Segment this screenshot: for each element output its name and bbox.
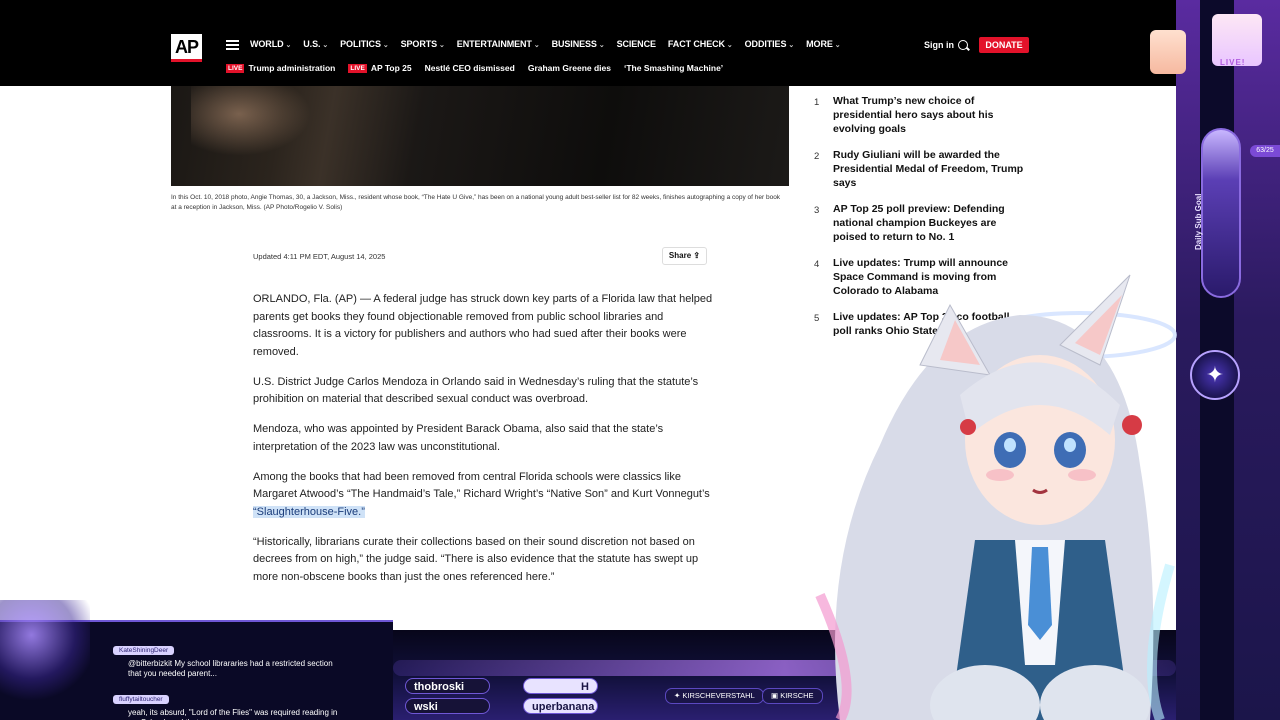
- paragraph: U.S. District Judge Carlos Mendoza in Or…: [253, 375, 699, 406]
- chevron-down-icon: ⌄: [726, 42, 733, 49]
- menu-icon[interactable]: [226, 40, 239, 50]
- nav-sports[interactable]: SPORTS ⌄: [401, 39, 445, 49]
- star-icon: ✦: [1190, 350, 1240, 400]
- topic-trump-administration[interactable]: LIVE Trump administration: [226, 63, 335, 73]
- twitter-icon: ✦: [674, 691, 681, 700]
- recent-cheer: wski: [405, 698, 490, 714]
- chevron-down-icon: ⌄: [322, 42, 329, 49]
- paragraph: Among the books that had been removed fr…: [253, 470, 710, 518]
- nav-oddities[interactable]: ODDITIES ⌄: [745, 39, 795, 49]
- social-handle: ✦ KIRSCHEVERSTAHL: [665, 688, 764, 704]
- nav-science[interactable]: SCIENCE: [617, 39, 656, 49]
- nav-entertainment[interactable]: ENTERTAINMENT ⌄: [457, 39, 540, 49]
- paragraph: ORLANDO, Fla. (AP) — A federal judge has…: [253, 293, 713, 358]
- chevron-down-icon: ⌄: [834, 42, 841, 49]
- topic-smashing-machine[interactable]: ‘The Smashing Machine’: [624, 63, 723, 73]
- article-photo: [171, 86, 789, 186]
- topic-graham-greene[interactable]: Graham Greene dies: [528, 63, 611, 73]
- share-icon: ⇪: [693, 251, 701, 260]
- live-badge: LIVE: [226, 63, 245, 73]
- cat-mascot-icon: [0, 600, 90, 700]
- paragraph: “Historically, librarians curate their c…: [253, 535, 699, 583]
- sub-goal-meter: [1201, 128, 1241, 298]
- chat-text: @bitterbizkit My school librararies had …: [128, 659, 333, 678]
- updated-timestamp: Updated 4:11 PM EDT, August 14, 2025: [253, 252, 386, 261]
- article-body: ORLANDO, Fla. (AP) — A federal judge has…: [253, 291, 713, 599]
- photo-caption: In this Oct. 10, 2018 photo, Angie Thoma…: [171, 194, 781, 211]
- recent-follower: thobroski: [405, 678, 490, 694]
- list-item[interactable]: 2 Rudy Giuliani will be awarded the Presi…: [814, 148, 1029, 190]
- chevron-down-icon: ⌄: [285, 42, 292, 49]
- nav-business[interactable]: BUSINESS ⌄: [552, 39, 605, 49]
- chat-icon: ▣: [771, 691, 779, 700]
- selected-text[interactable]: “Slaughterhouse-Five.”: [253, 505, 365, 518]
- share-button[interactable]: Share ⇪: [662, 247, 707, 265]
- nav-more[interactable]: MORE ⌄: [806, 39, 840, 49]
- chevron-down-icon: ⌄: [533, 42, 540, 49]
- chat-username: fluffytailtoucher: [113, 695, 169, 704]
- recent-sub: H: [523, 678, 598, 694]
- topic-nestle-ceo[interactable]: Nestlé CEO dismissed: [425, 63, 515, 73]
- nav-fact-check[interactable]: FACT CHECK ⌄: [668, 39, 733, 49]
- nav-world[interactable]: WORLD ⌄: [250, 39, 291, 49]
- chat-text: yeah, its absurd, "Lord of the Flies" wa…: [128, 708, 338, 720]
- sub-goal-count: 63/25: [1250, 145, 1280, 157]
- donate-button[interactable]: DONATE: [979, 37, 1029, 53]
- ap-logo[interactable]: AP: [171, 34, 202, 62]
- vtuber-avatar: [815, 274, 1177, 720]
- live-badge: LIVE: [348, 63, 367, 73]
- chevron-down-icon: ⌄: [598, 42, 605, 49]
- list-item[interactable]: 3 AP Top 25 poll preview: Defending natio…: [814, 202, 1029, 244]
- chat-message: fluffytailtoucher yeah, its absurd, "Lor…: [113, 688, 338, 720]
- site-header: AP WORLD ⌄ U.S. ⌄ POLITICS ⌄ SPORTS ⌄ ENTERT…: [0, 0, 1280, 86]
- topic-ap-top-25[interactable]: LIVE AP Top 25: [348, 63, 412, 73]
- sub-goal-label: Daily Sub Goal: [1194, 193, 1203, 250]
- chevron-down-icon: ⌄: [439, 42, 445, 49]
- chevron-down-icon: ⌄: [788, 42, 795, 49]
- trending-topics-bar: LIVE Trump administration LIVE AP Top 25 N…: [226, 63, 723, 73]
- sign-in-link[interactable]: Sign in: [924, 40, 954, 50]
- chat-username: KateShiningDeer: [113, 646, 175, 655]
- nav-us[interactable]: U.S. ⌄: [303, 39, 328, 49]
- main-nav: WORLD ⌄ U.S. ⌄ POLITICS ⌄ SPORTS ⌄ ENTERTAIN…: [250, 39, 841, 49]
- chat-message: KateShiningDeer @bitterbizkit My school …: [113, 639, 338, 679]
- recent-donation: uperbanana: [523, 698, 598, 714]
- chevron-down-icon: ⌄: [382, 42, 389, 49]
- paragraph: Mendoza, who was appointed by President …: [253, 423, 664, 453]
- list-item[interactable]: 1 What Trump’s new choice of presidential…: [814, 94, 1029, 136]
- nav-politics[interactable]: POLITICS ⌄: [340, 39, 389, 49]
- overlay-card: [1150, 30, 1186, 74]
- live-ribbon: LIVE!: [1212, 14, 1262, 67]
- search-icon[interactable]: [958, 40, 968, 50]
